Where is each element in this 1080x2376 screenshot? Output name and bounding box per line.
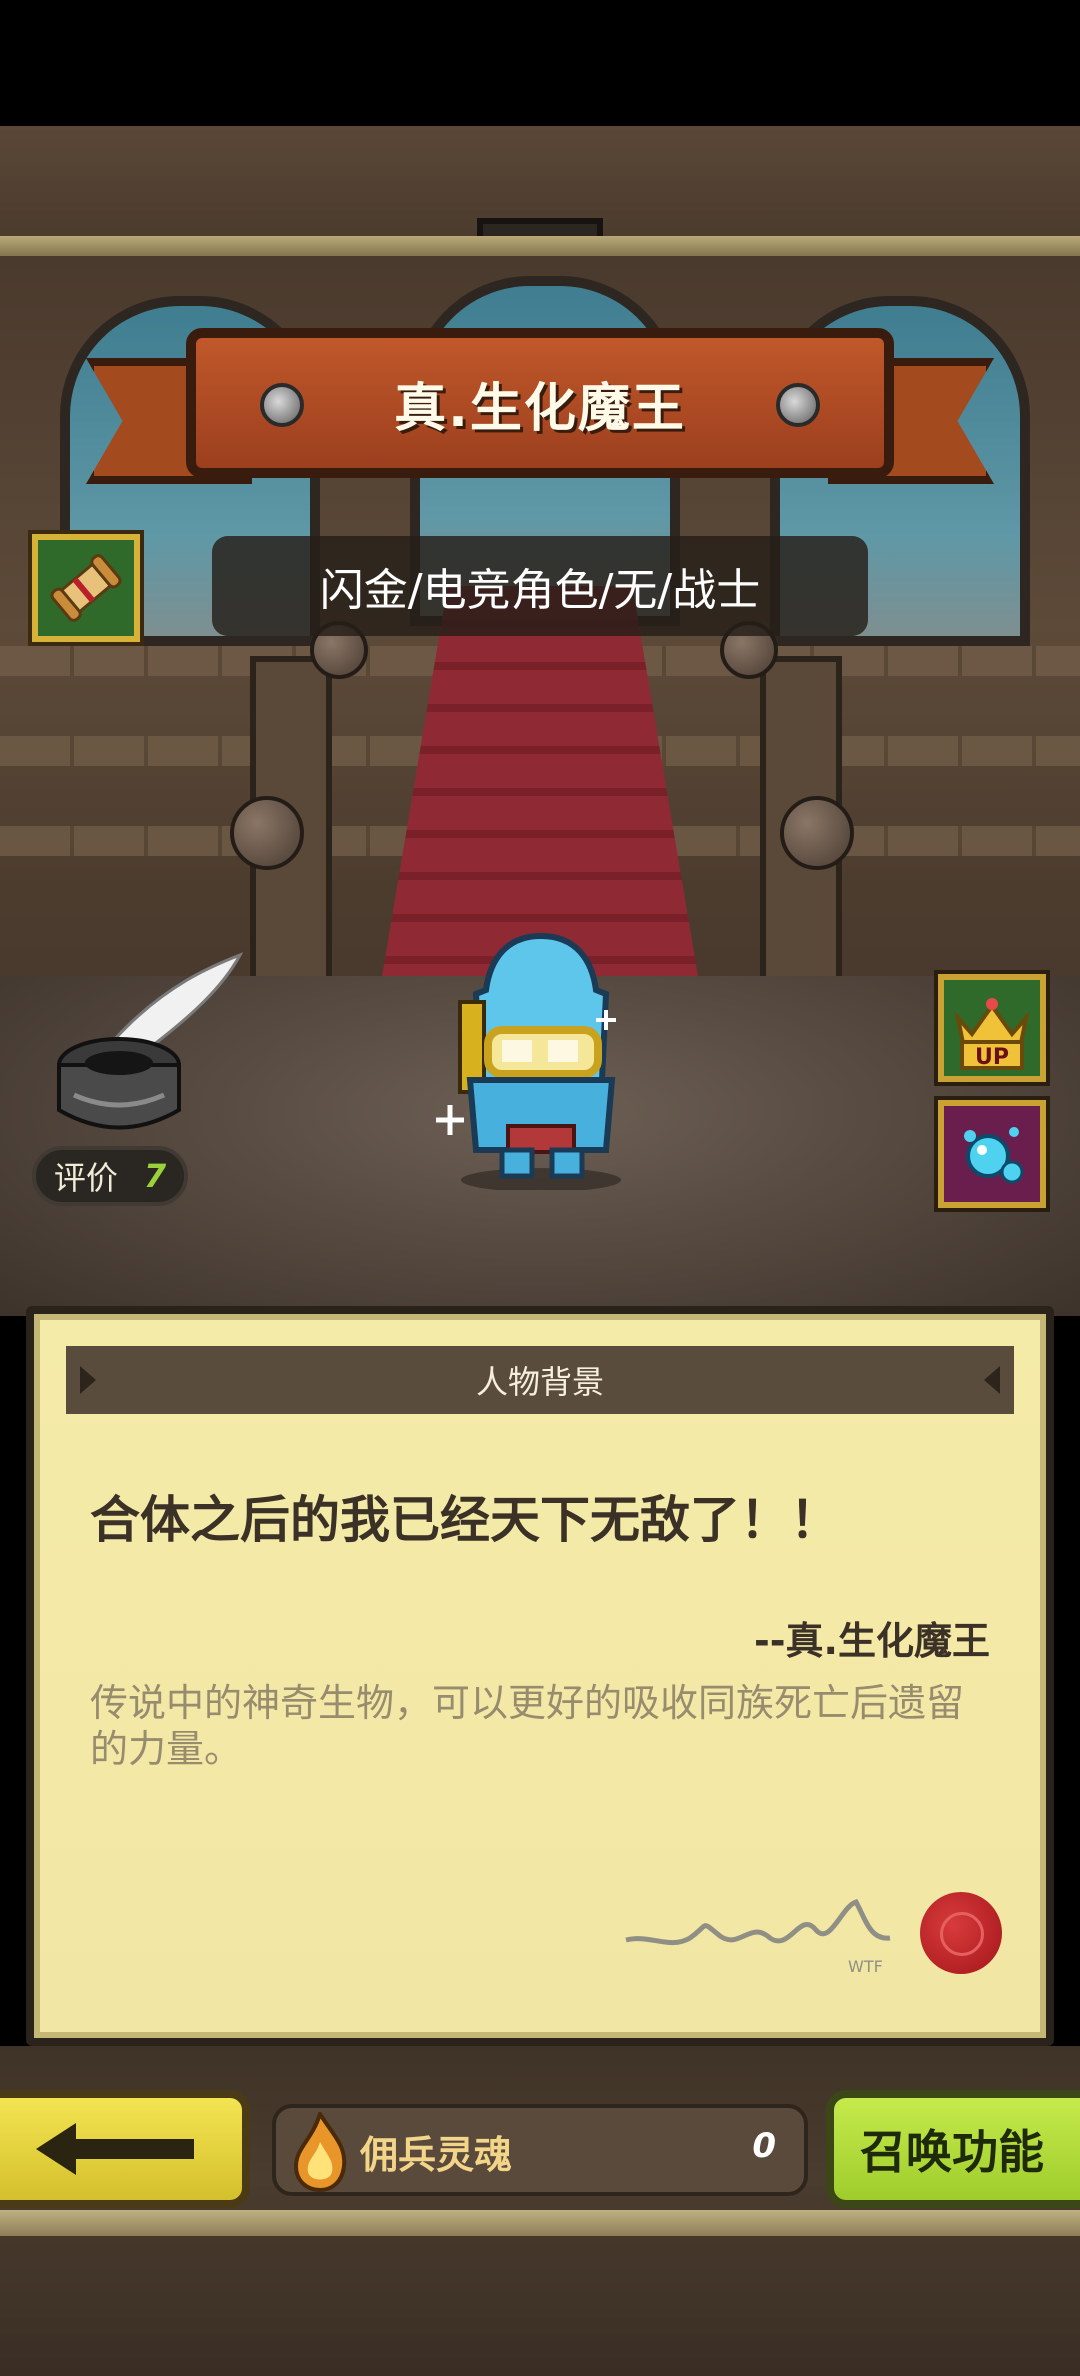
crown-up-icon: UP — [954, 998, 1030, 1070]
character-detail-screen: 真.生化魔王 闪金/电竞角色/无/战士 评价 7 UP 人物背景 合体之后的我已… — [0, 0, 1080, 2376]
inkpot-quill-icon[interactable] — [44, 945, 244, 1145]
svg-text:UP: UP — [975, 1045, 1009, 1070]
banner-stud — [260, 383, 304, 427]
character-background-panel: 人物背景 合体之后的我已经天下无敌了！！ --真.生化魔王 传说中的神奇生物，可… — [26, 1306, 1054, 2046]
character-description: 传说中的神奇生物，可以更好的吸收同族死亡后遗留的力量。 — [90, 1681, 965, 1771]
quote-author: --真.生化魔王 — [754, 1619, 990, 1663]
name-banner: 真.生化魔王 — [86, 328, 994, 506]
railing-ball — [780, 796, 854, 870]
bottom-trim — [0, 2210, 1080, 2236]
banner-stud — [776, 383, 820, 427]
hero-sprite — [436, 932, 621, 1190]
character-tags: 闪金/电竞角色/无/战士 — [319, 565, 761, 616]
mercenary-soul-counter: 佣兵灵魂 0 — [272, 2104, 808, 2196]
scroll-icon — [50, 554, 122, 622]
wax-seal — [920, 1892, 1002, 1974]
skill-button[interactable] — [938, 1100, 1046, 1208]
soul-count: 0 — [752, 2126, 776, 2166]
flame-soul-icon — [293, 2112, 347, 2192]
summon-button[interactable]: 召唤功能 — [826, 2090, 1080, 2208]
rating-label: 评价 — [53, 1159, 118, 1197]
character-name: 真.生化魔王 — [394, 378, 686, 439]
summon-label: 召唤功能 — [860, 2125, 1044, 2179]
parchment: 人物背景 合体之后的我已经天下无敌了！！ --真.生化魔王 传说中的神奇生物，可… — [34, 1314, 1046, 2038]
status-bar — [0, 0, 1080, 126]
character-tags-plate: 闪金/电竞角色/无/战士 — [212, 536, 868, 636]
panel-title: 人物背景 — [475, 1363, 604, 1401]
signature: WTF — [625, 1899, 891, 1976]
rating-badge[interactable]: 评价 7 — [32, 1146, 188, 1206]
back-button[interactable] — [0, 2090, 250, 2208]
arrow-left-icon — [36, 2123, 194, 2175]
panel-header: 人物背景 — [66, 1346, 1014, 1414]
star-up-button[interactable]: UP — [938, 974, 1046, 1082]
blob-skill-icon — [964, 1127, 1024, 1184]
rating-value: 7 — [143, 1157, 167, 1195]
railing-ball — [230, 796, 304, 870]
scroll-button[interactable] — [32, 534, 140, 642]
header-ornament — [80, 1366, 96, 1394]
character-quote: 合体之后的我已经天下无敌了！！ — [90, 1491, 840, 1549]
soul-label: 佣兵灵魂 — [360, 2133, 513, 2177]
upper-stone-band — [0, 126, 1080, 308]
signature-text: WTF — [848, 1957, 883, 1976]
header-ornament — [984, 1366, 1000, 1394]
